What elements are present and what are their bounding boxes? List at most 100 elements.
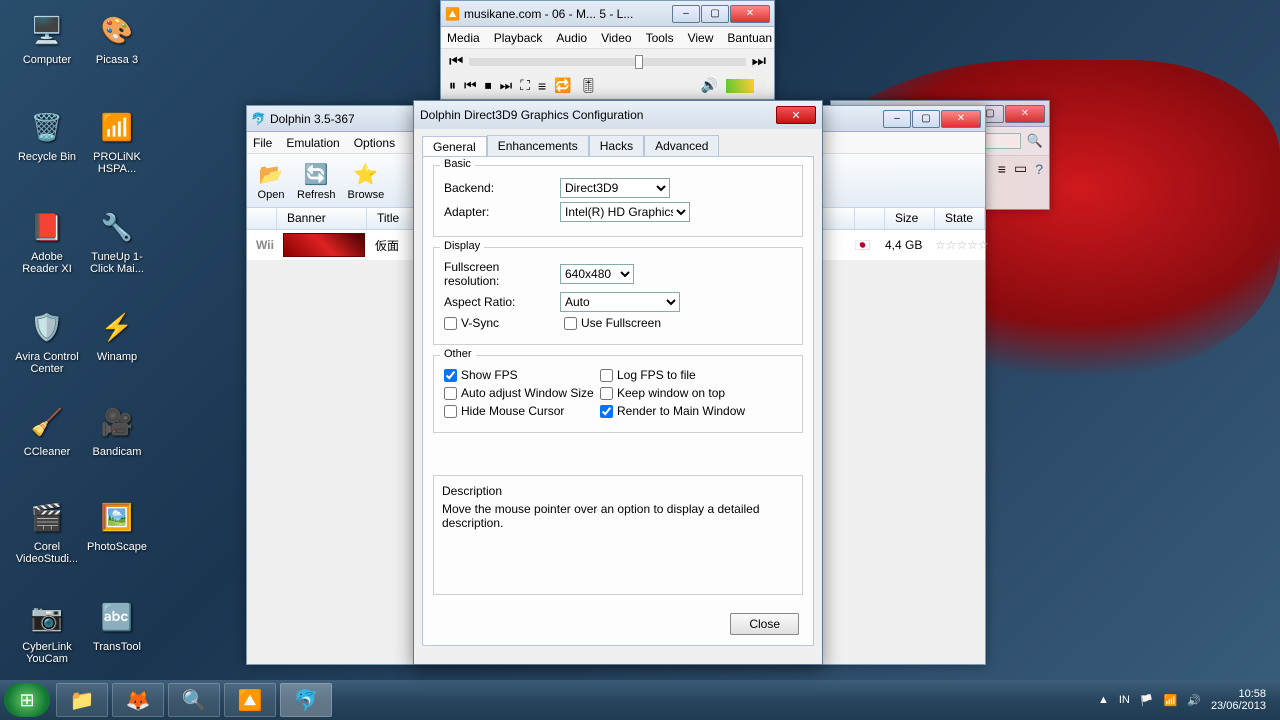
stop-button[interactable]: ⏹ [485,77,492,94]
keepontop-checkbox[interactable] [600,387,613,400]
language-indicator[interactable]: IN [1119,694,1130,706]
views-icon[interactable]: ≡ [998,161,1006,177]
loop-icon[interactable]: 🔁 [554,77,571,94]
menu-playback[interactable]: Playback [494,31,543,45]
tool-label: Refresh [297,189,336,201]
prev-chapter-icon[interactable]: ⏮ [449,53,463,71]
logfps-checkbox[interactable] [600,369,613,382]
col-banner[interactable]: Banner [277,208,367,229]
system-tray[interactable]: ▲ IN 🏳️ 📶 🔊 10:58 23/06/2013 [1098,688,1276,712]
app-icon: 🎬 [25,495,69,539]
tray-flag-icon[interactable]: 🏳️ [1140,694,1154,707]
game-banner [283,233,365,257]
menu-video[interactable]: Video [601,31,631,45]
taskbar-item-1[interactable]: 🦊 [112,683,164,717]
toolbar-open[interactable]: 📂Open [257,161,285,201]
start-button[interactable]: ⊞ [4,683,50,717]
seek-slider[interactable] [469,58,745,66]
next-button[interactable]: ⏭ [500,77,513,94]
toolbar-refresh[interactable]: 🔄Refresh [297,161,336,201]
icon-label: PROLiNK HSPA... [82,151,152,175]
fullscreen-icon[interactable]: ⛶ [520,77,530,94]
desktop-icon-adobe-reader-xi[interactable]: 📕Adobe Reader XI [12,205,82,275]
autoadjust-checkbox[interactable] [444,387,457,400]
dialog-titlebar[interactable]: Dolphin Direct3D9 Graphics Configuration… [414,101,822,129]
app-icon: 🎨 [95,8,139,52]
desktop-icon-tuneup-1-click-mai-[interactable]: 🔧TuneUp 1-Click Mai... [82,205,152,275]
pause-button[interactable]: ⏸ [449,77,456,94]
icon-label: PhotoScape [82,541,152,553]
close-button[interactable]: ✕ [941,110,981,128]
taskbar-item-3[interactable]: 🔼 [224,683,276,717]
desktop-icon-picasa-3[interactable]: 🎨Picasa 3 [82,8,152,66]
desktop-icon-winamp[interactable]: ⚡Winamp [82,305,152,363]
hidecursor-checkbox[interactable] [444,405,457,418]
tab-enhancements[interactable]: Enhancements [487,135,589,156]
tab-advanced[interactable]: Advanced [644,135,719,156]
backend-select[interactable]: Direct3D9 [560,178,670,198]
hidecursor-label: Hide Mouse Cursor [461,404,564,418]
playlist-icon[interactable]: ≡ [538,78,546,94]
desktop-icon-bandicam[interactable]: 🎥Bandicam [82,400,152,458]
desktop-icon-cyberlink-youcam[interactable]: 📷CyberLink YouCam [12,595,82,665]
tray-volume-icon[interactable]: 🔊 [1187,694,1201,707]
close-button[interactable]: ✕ [730,5,770,23]
taskbar-item-0[interactable]: 📁 [56,683,108,717]
menu-audio[interactable]: Audio [556,31,587,45]
tray-network-icon[interactable]: 📶 [1164,694,1178,707]
clock-date[interactable]: 23/06/2013 [1211,700,1266,712]
showfps-checkbox[interactable] [444,369,457,382]
menu-emulation[interactable]: Emulation [286,136,339,150]
menu-file[interactable]: File [253,136,272,150]
clock-time[interactable]: 10:58 [1211,688,1266,700]
minimize-button[interactable]: – [672,5,700,23]
aspect-select[interactable]: Auto [560,292,680,312]
display-group: Display Fullscreen resolution: 640x480 A… [433,247,803,345]
equalizer-icon[interactable]: 🎚 [580,77,598,94]
group-label: Display [440,240,484,252]
search-icon[interactable]: 🔍 [1027,133,1043,149]
volume-icon[interactable]: 🔊 [701,77,718,94]
volume-slider[interactable] [726,79,766,93]
vlc-titlebar[interactable]: 🔼 musikane.com - 06 - M... 5 - L... – ▢ … [441,1,774,27]
menu-options[interactable]: Options [354,136,395,150]
vlc-window: 🔼 musikane.com - 06 - M... 5 - L... – ▢ … [440,0,775,100]
col-size[interactable]: Size [885,208,935,229]
minimize-button[interactable]: – [883,110,911,128]
rendermain-checkbox[interactable] [600,405,613,418]
toolbar-browse[interactable]: ⭐Browse [348,161,385,201]
maximize-button[interactable]: ▢ [701,5,729,23]
tab-general[interactable]: General [422,136,487,157]
desktop-icon-prolink-hspa-[interactable]: 📶PROLiNK HSPA... [82,105,152,175]
fullres-select[interactable]: 640x480 [560,264,634,284]
col-state[interactable]: State [935,208,985,229]
close-button[interactable]: Close [730,613,799,635]
desktop-icon-corel-videostudi-[interactable]: 🎬Corel VideoStudi... [12,495,82,565]
menu-tools[interactable]: Tools [646,31,674,45]
app-icon: ⚡ [95,305,139,349]
taskbar-item-4[interactable]: 🐬 [280,683,332,717]
autoadjust-label: Auto adjust Window Size [461,386,594,400]
desktop-icon-transtool[interactable]: 🔤TransTool [82,595,152,653]
dialog-close-button[interactable]: ✕ [776,106,816,124]
menu-media[interactable]: Media [447,31,480,45]
close-button[interactable]: ✕ [1005,105,1045,123]
usefullscreen-checkbox[interactable] [564,317,577,330]
tray-expand-icon[interactable]: ▲ [1098,694,1109,706]
menu-view[interactable]: View [688,31,714,45]
maximize-button[interactable]: ▢ [912,110,940,128]
desktop-icon-avira-control-center[interactable]: 🛡️Avira Control Center [12,305,82,375]
desktop-icon-ccleaner[interactable]: 🧹CCleaner [12,400,82,458]
next-chapter-icon[interactable]: ⏭ [752,53,766,71]
desktop-icon-computer[interactable]: 🖥️Computer [12,8,82,66]
tab-hacks[interactable]: Hacks [589,135,644,156]
desktop-icon-photoscape[interactable]: 🖼️PhotoScape [82,495,152,553]
vsync-checkbox[interactable] [444,317,457,330]
adapter-select[interactable]: Intel(R) HD Graphics [560,202,690,222]
taskbar-item-2[interactable]: 🔍 [168,683,220,717]
prev-button[interactable]: ⏮ [464,77,477,94]
panel-icon[interactable]: ▭ [1014,160,1027,177]
help-icon[interactable]: ? [1035,161,1043,177]
desktop-icon-recycle-bin[interactable]: 🗑️Recycle Bin [12,105,82,163]
menu-bantuan[interactable]: Bantuan [727,31,772,45]
